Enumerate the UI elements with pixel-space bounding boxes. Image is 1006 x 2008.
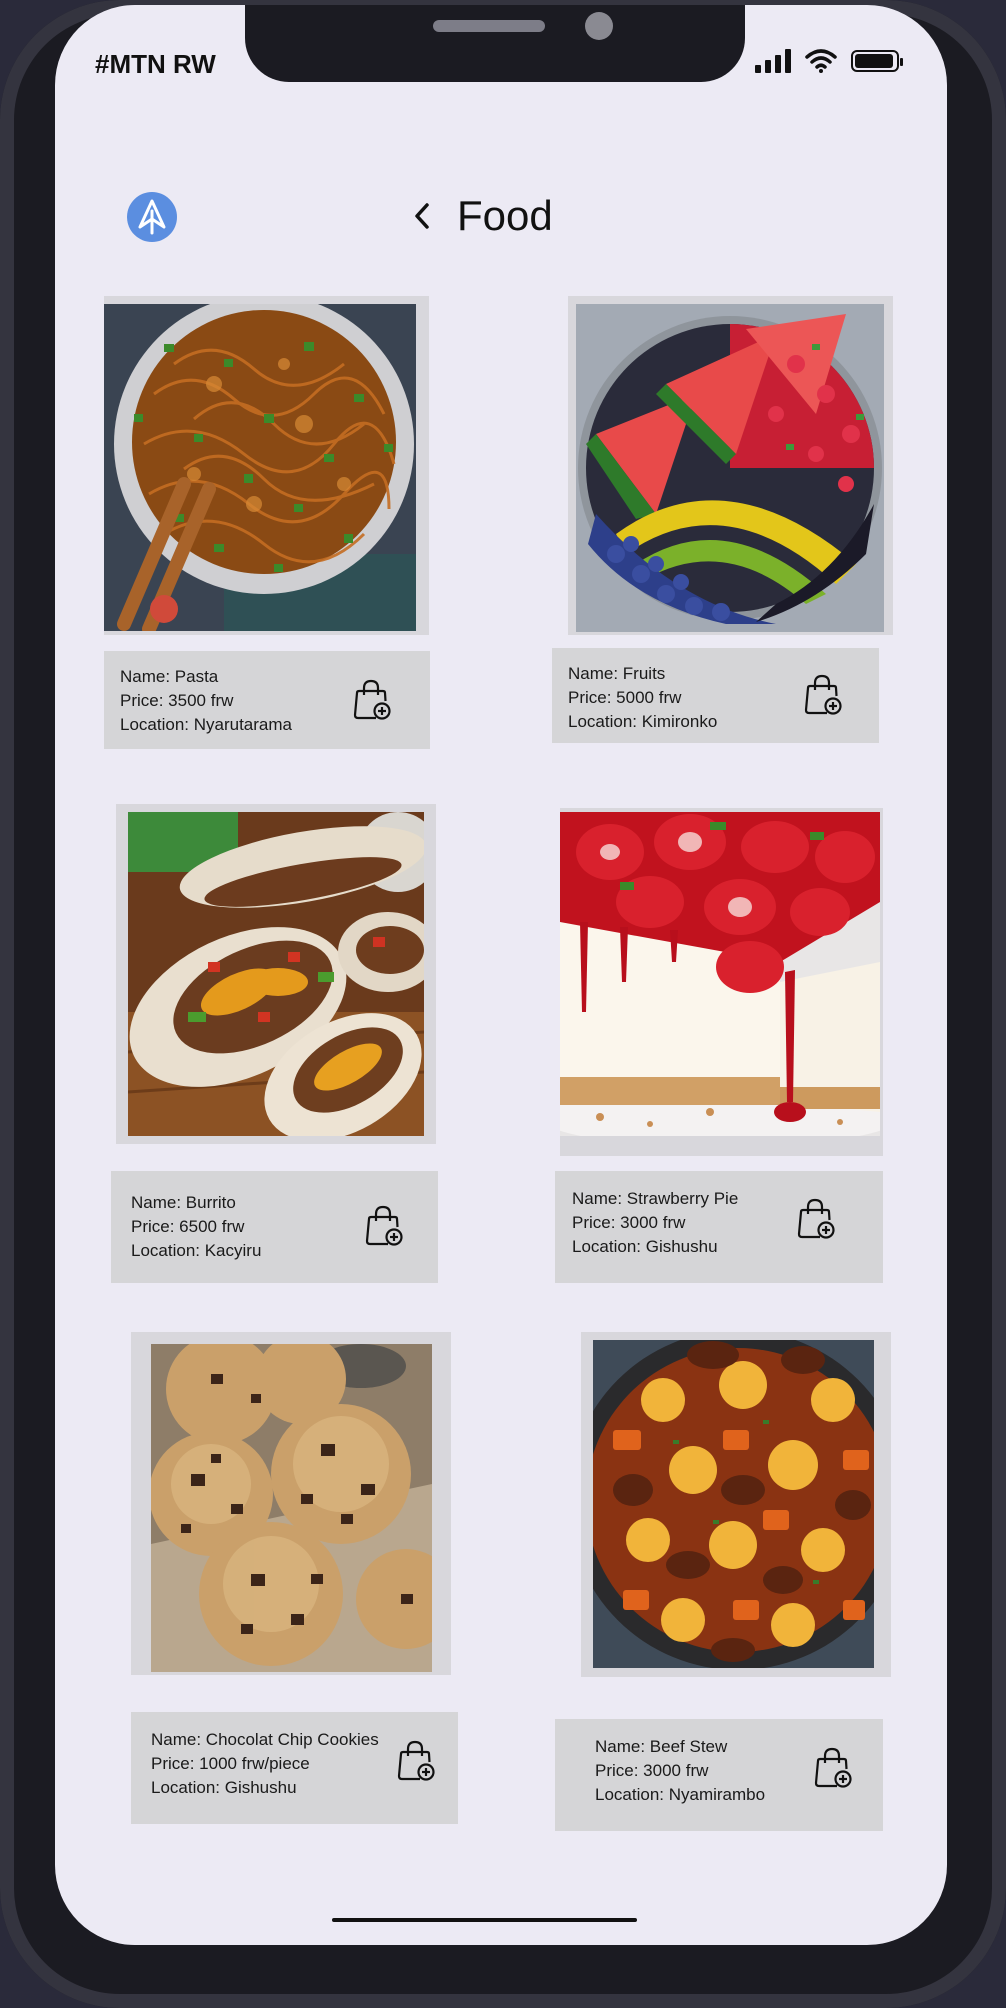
- food-location: Location: Kimironko: [568, 712, 718, 731]
- food-info-burrito: Name: Burrito Price: 6500 frw Location: …: [111, 1171, 438, 1283]
- shopping-bag-add-icon: [397, 1740, 435, 1781]
- shopping-bag-add-icon: [804, 674, 842, 715]
- food-card-beef-stew[interactable]: [581, 1332, 891, 1677]
- food-name: Name: Fruits: [568, 664, 666, 683]
- food-location: Location: Nyarutarama: [120, 715, 292, 734]
- food-price: Price: 5000 frw: [568, 688, 682, 707]
- chevron-left-icon: [415, 203, 429, 229]
- shopping-bag-add-icon: [353, 679, 391, 720]
- food-location: Location: Kacyiru: [131, 1241, 262, 1260]
- food-price: Price: 6500 frw: [131, 1217, 245, 1236]
- add-to-cart-button[interactable]: [802, 674, 842, 716]
- add-to-cart-button[interactable]: [395, 1740, 435, 1782]
- page-title: Food: [457, 192, 553, 239]
- food-name: Name: Pasta: [120, 667, 219, 686]
- food-price: Price: 3000 frw: [595, 1761, 709, 1780]
- cookies-image: [151, 1344, 432, 1672]
- food-info-cookies: Name: Chocolat Chip Cookies Price: 1000 …: [131, 1712, 458, 1824]
- food-details: Name: Strawberry Pie Price: 3000 frw Loc…: [572, 1187, 738, 1259]
- food-name: Name: Strawberry Pie: [572, 1189, 739, 1208]
- burrito-image: [128, 812, 424, 1136]
- food-card-fruits[interactable]: [568, 296, 893, 635]
- food-price: Price: 3500 frw: [120, 691, 234, 710]
- pasta-image: [104, 304, 416, 631]
- add-to-cart-button[interactable]: [363, 1205, 403, 1247]
- signal-icon: [755, 49, 791, 73]
- food-info-beef-stew: Name: Beef Stew Price: 3000 frw Location…: [555, 1719, 883, 1831]
- screen: #MTN RW Food Name: Pasta Price: 3500 frw…: [55, 5, 947, 1945]
- camera: [585, 12, 613, 40]
- food-info-strawberry-pie: Name: Strawberry Pie Price: 3000 frw Loc…: [555, 1171, 883, 1283]
- add-to-cart-button[interactable]: [351, 679, 391, 721]
- home-indicator[interactable]: [332, 1918, 637, 1922]
- speaker: [433, 20, 545, 32]
- food-location: Location: Gishushu: [151, 1778, 297, 1797]
- food-price: Price: 1000 frw/piece: [151, 1754, 310, 1773]
- food-info-fruits: Name: Fruits Price: 5000 frw Location: K…: [552, 648, 879, 743]
- carrier-label: #MTN RW: [95, 49, 216, 79]
- food-price: Price: 3000 frw: [572, 1213, 686, 1232]
- shopping-bag-add-icon: [365, 1205, 403, 1246]
- food-card-burrito[interactable]: [116, 804, 436, 1144]
- strawberry-pie-image: [560, 812, 880, 1136]
- page-header: Food: [405, 192, 553, 240]
- status-icons: [755, 47, 903, 75]
- battery-icon: [851, 50, 903, 72]
- food-details: Name: Chocolat Chip Cookies Price: 1000 …: [151, 1728, 379, 1800]
- food-info-pasta: Name: Pasta Price: 3500 frw Location: Ny…: [104, 651, 430, 749]
- food-name: Name: Chocolat Chip Cookies: [151, 1730, 379, 1749]
- add-to-cart-button[interactable]: [795, 1198, 835, 1240]
- food-details: Name: Burrito Price: 6500 frw Location: …: [131, 1191, 261, 1263]
- back-button[interactable]: [405, 199, 439, 233]
- wifi-icon: [805, 49, 837, 73]
- upload-button[interactable]: [127, 192, 177, 242]
- food-location: Location: Gishushu: [572, 1237, 718, 1256]
- beef-stew-image: [593, 1340, 874, 1668]
- food-card-cookies[interactable]: [131, 1332, 451, 1675]
- food-name: Name: Beef Stew: [595, 1737, 728, 1756]
- shopping-bag-add-icon: [814, 1747, 852, 1788]
- food-details: Name: Pasta Price: 3500 frw Location: Ny…: [120, 665, 292, 737]
- food-name: Name: Burrito: [131, 1193, 236, 1212]
- shopping-bag-add-icon: [797, 1198, 835, 1239]
- notch: [245, 5, 745, 82]
- food-details: Name: Beef Stew Price: 3000 frw Location…: [595, 1735, 765, 1807]
- phone-frame: #MTN RW Food Name: Pasta Price: 3500 frw…: [0, 0, 1006, 2008]
- food-details: Name: Fruits Price: 5000 frw Location: K…: [568, 662, 717, 734]
- fruits-image: [576, 304, 884, 632]
- arrow-up-icon: [138, 199, 166, 235]
- food-location: Location: Nyamirambo: [595, 1785, 766, 1804]
- food-card-strawberry-pie[interactable]: [560, 808, 883, 1156]
- add-to-cart-button[interactable]: [812, 1747, 852, 1789]
- food-card-pasta[interactable]: [104, 296, 429, 635]
